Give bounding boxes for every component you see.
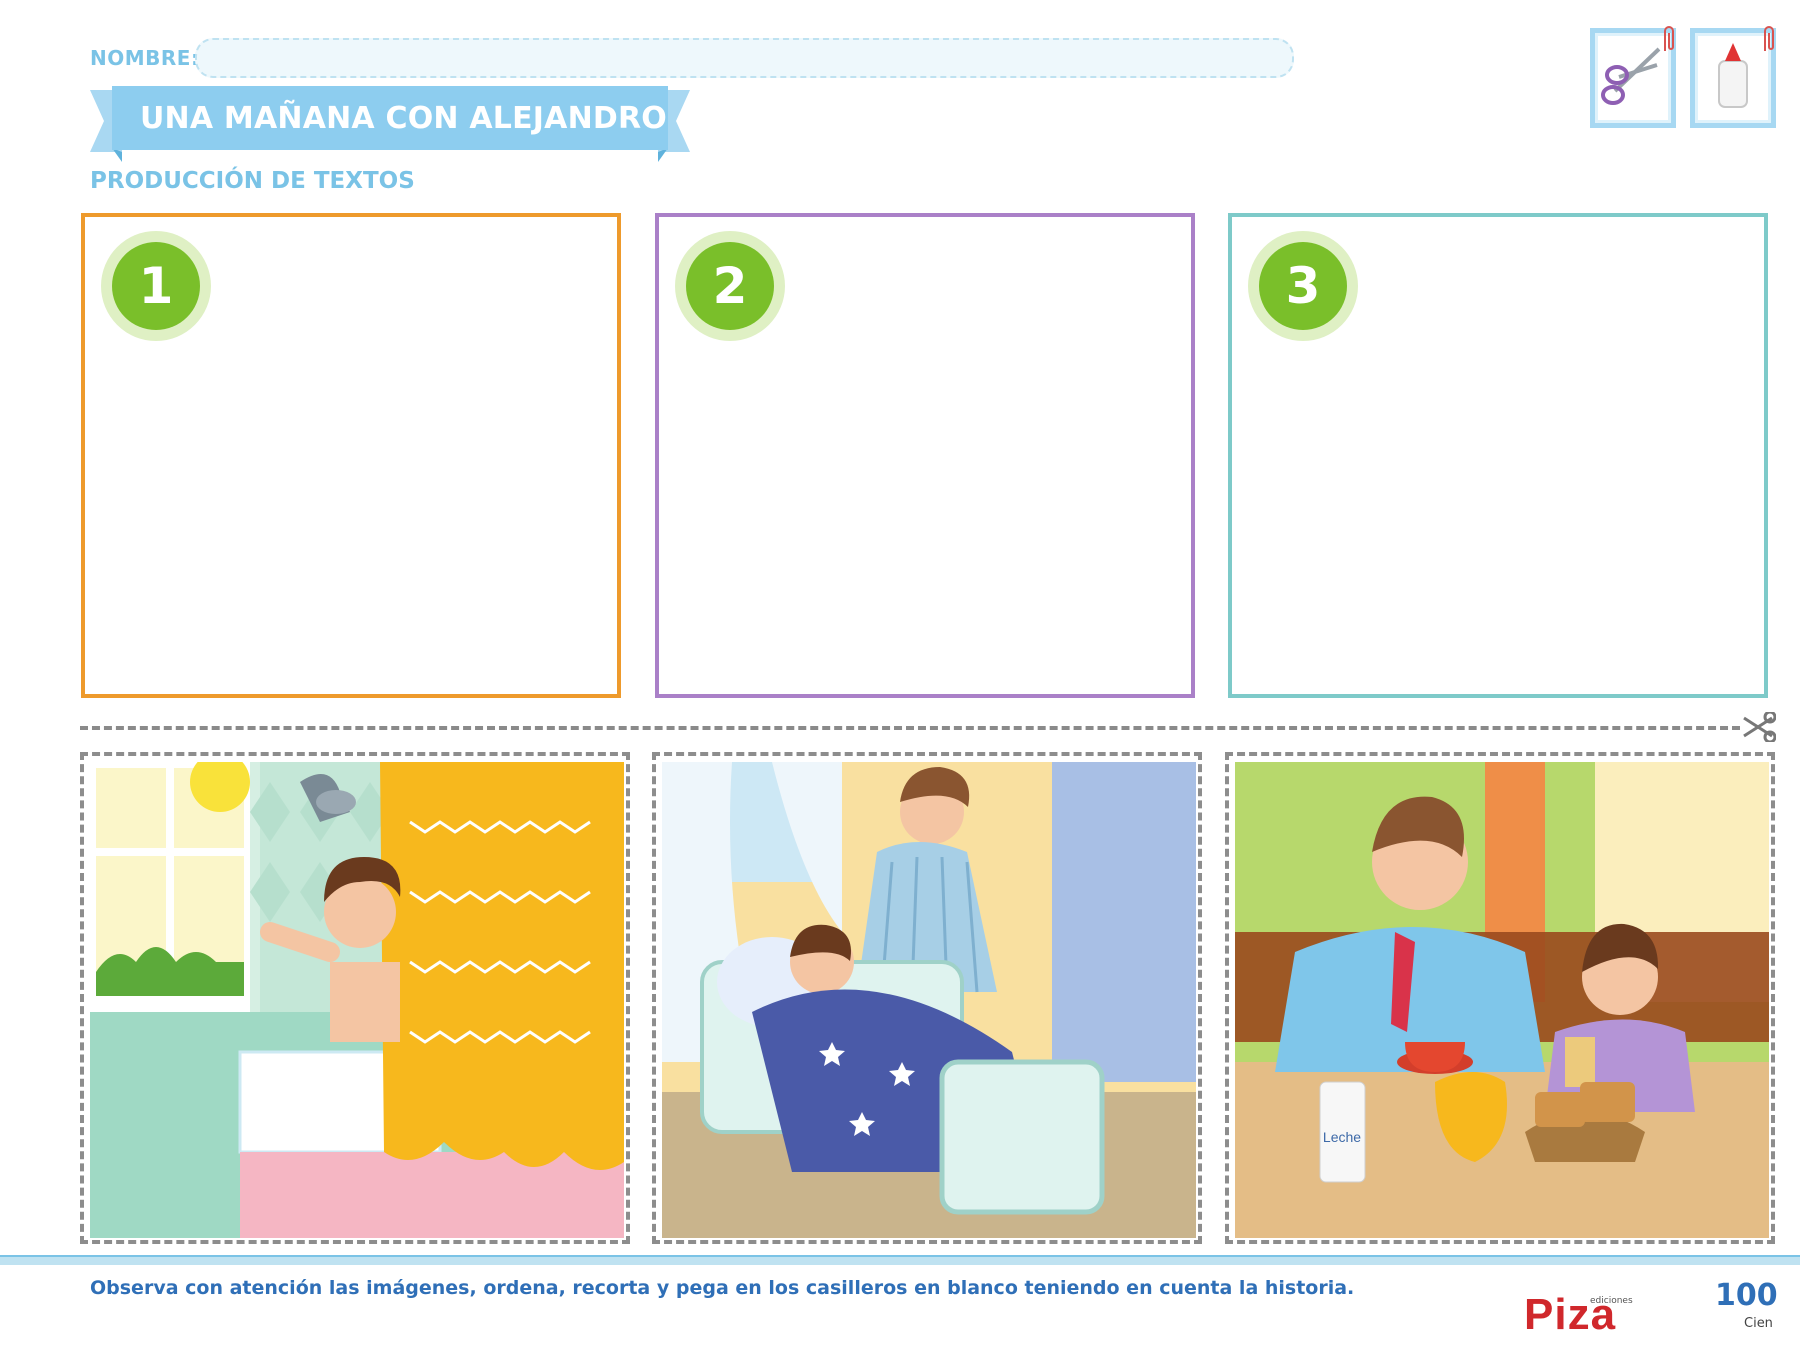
breakfast-scene: Leche (1235, 762, 1769, 1238)
footer-divider (0, 1255, 1800, 1265)
scissors-icon (1743, 712, 1776, 742)
paste-frame-1[interactable]: 1 (81, 213, 621, 698)
publisher-logo: Piza (1524, 1290, 1617, 1339)
picture-card-bathroom[interactable] (80, 752, 630, 1244)
page-number-word: Cien (1744, 1316, 1773, 1331)
paste-frame-3[interactable]: 3 (1228, 213, 1768, 698)
page-number: 100 (1715, 1278, 1778, 1313)
paste-frame-2[interactable]: 2 (655, 213, 1195, 698)
scissors-tool-card (1590, 26, 1676, 128)
picture-card-breakfast[interactable]: Leche (1225, 752, 1775, 1244)
step-badge-3: 3 (1248, 231, 1358, 341)
paperclip-icon (1764, 26, 1774, 51)
picture-card-bedroom[interactable] (652, 752, 1202, 1244)
glue-tool-card (1690, 26, 1776, 128)
cut-line (80, 726, 1740, 730)
name-field[interactable] (195, 38, 1294, 78)
step-number: 3 (1259, 242, 1347, 330)
page-title: UNA MAÑANA CON ALEJANDRO (140, 101, 667, 136)
bedroom-scene (662, 762, 1196, 1238)
section-subtitle: PRODUCCIÓN DE TEXTOS (90, 168, 415, 194)
milk-bottle-label: Leche (1323, 1129, 1361, 1145)
step-badge-1: 1 (101, 231, 211, 341)
step-number: 1 (112, 242, 200, 330)
step-badge-2: 2 (675, 231, 785, 341)
paperclip-icon (1664, 26, 1674, 51)
bathroom-scene (90, 762, 624, 1238)
step-number: 2 (686, 242, 774, 330)
instruction-text: Observa con atención las imágenes, orden… (90, 1277, 1355, 1299)
name-label: NOMBRE: (90, 46, 200, 70)
